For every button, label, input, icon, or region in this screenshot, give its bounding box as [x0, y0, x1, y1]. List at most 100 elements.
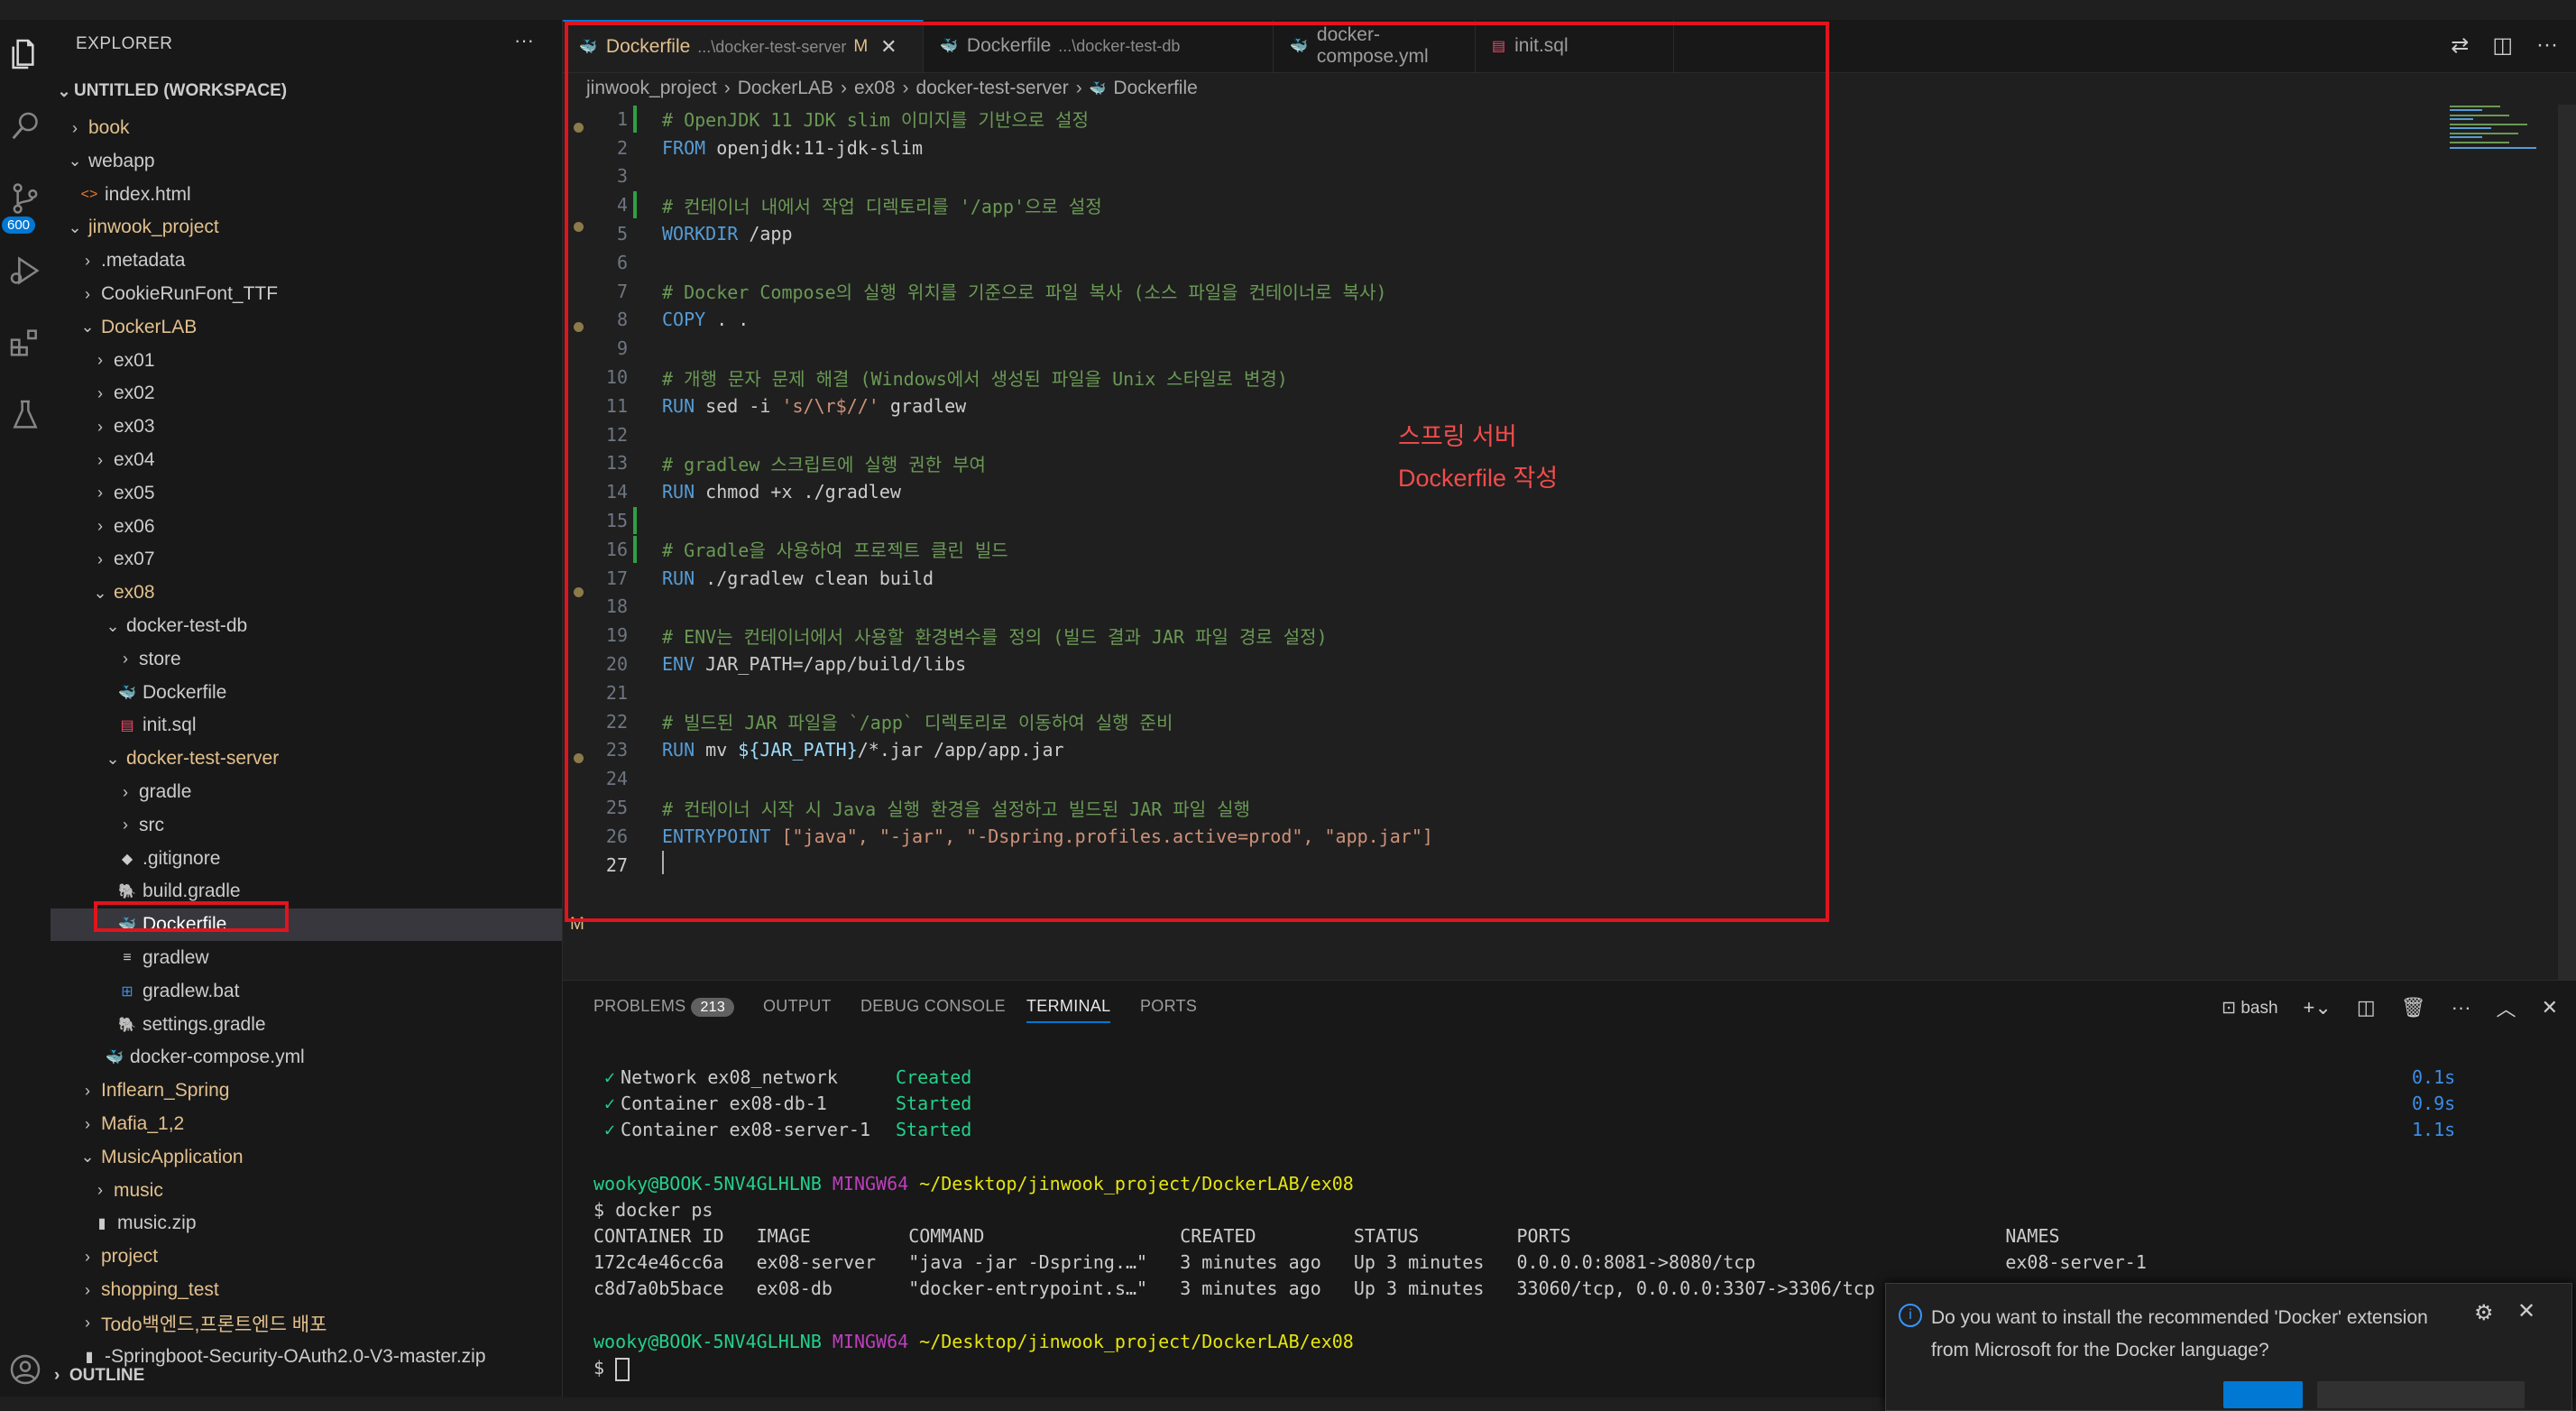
tab-problems[interactable]: PROBLEMS 213	[593, 997, 735, 1017]
more-actions-icon[interactable]: ···	[2536, 32, 2558, 59]
tree-item[interactable]: › ex04	[51, 444, 562, 476]
tree-item[interactable]: › ex06	[51, 511, 562, 543]
terminal-line: 0.9s	[2412, 1093, 2455, 1114]
tree-item[interactable]: › shopping_test	[51, 1274, 584, 1306]
tab-terminal[interactable]: TERMINAL	[1026, 997, 1111, 1023]
trash-icon[interactable]: 🗑	[2401, 996, 2426, 1019]
tree-item[interactable]: ▮ music.zip	[51, 1207, 562, 1240]
panel-actions: ⊡ bash +⌄ ◫ 🗑 ··· ︿ ✕	[2222, 993, 2558, 1022]
tree-item[interactable]: ≡ gradlew	[51, 942, 562, 974]
tree-item[interactable]: › gradle	[51, 776, 562, 808]
file-type-icon: 🐳	[118, 685, 136, 701]
tree-item[interactable]: › Todo백엔드,프론트엔드 배포	[51, 1307, 584, 1340]
tree-item[interactable]: › project	[51, 1240, 584, 1273]
tree-item[interactable]: › ex03	[51, 410, 562, 443]
tree-item[interactable]: ⌄ ex08	[51, 576, 584, 609]
tree-item-label: music	[114, 1179, 163, 1201]
split-editor-icon[interactable]: ◫	[2492, 32, 2513, 59]
tree-item[interactable]: ◆ .gitignore	[51, 843, 562, 875]
chevron-right-icon: ›	[54, 1366, 69, 1385]
tree-item[interactable]: ⊞ gradlew.bat	[51, 975, 562, 1008]
more-actions-icon[interactable]: ···	[2452, 996, 2471, 1019]
tree-item-label: src	[139, 814, 164, 835]
tree-item[interactable]: › ex05	[51, 477, 562, 510]
open-changes-icon[interactable]: ⇄	[2451, 32, 2469, 59]
search-icon[interactable]	[7, 108, 43, 144]
tab-ports[interactable]: PORTS	[1140, 997, 1197, 1016]
terminal-resource: Network ex08_network	[621, 1066, 838, 1088]
tree-item[interactable]: › .metadata	[51, 244, 562, 277]
tree-item[interactable]: <> index.html	[51, 179, 562, 211]
close-icon[interactable]: ✕	[2517, 1298, 2535, 1324]
tree-item[interactable]: › ex07	[51, 543, 562, 576]
tree-item-label: CookieRunFont_TTF	[101, 283, 279, 304]
tab-debug-console[interactable]: DEBUG CONSOLE	[860, 997, 1006, 1016]
file-type-icon: ⊞	[121, 983, 133, 1000]
tree-item[interactable]: 🐳 docker-compose.yml	[51, 1041, 562, 1074]
minimap[interactable]	[2446, 103, 2554, 157]
add-terminal-icon[interactable]: +⌄	[2304, 996, 2332, 1019]
file-type-icon: 🐘	[118, 1017, 136, 1033]
split-terminal-icon[interactable]: ◫	[2357, 996, 2376, 1019]
tree-item[interactable]: › Inflearn_Spring	[51, 1074, 584, 1107]
tree-item[interactable]: ⌄ docker-test-db	[51, 610, 562, 642]
tree-item[interactable]: ▤ init.sql	[51, 709, 562, 742]
chevron-right-icon: ›	[85, 1247, 90, 1266]
tree-item-label: ex02	[114, 383, 155, 404]
info-icon: i	[1899, 1304, 1922, 1327]
tree-item[interactable]: ⌄ docker-test-server	[51, 742, 584, 775]
workspace-header[interactable]: ⌄ UNTITLED (WORKSPACE)	[54, 76, 287, 106]
tree-item[interactable]: › CookieRunFont_TTF	[51, 278, 562, 310]
terminal-line: c8d7a0b5bace ex08-db "docker-entrypoint.…	[593, 1277, 1875, 1299]
tree-item[interactable]: ⌄ jinwook_project	[51, 211, 584, 244]
tree-item[interactable]: ⌄ webapp	[51, 145, 562, 178]
tree-item-label: index.html	[105, 183, 191, 205]
tree-item-label: book	[88, 117, 130, 138]
terminal-line: $ docker ps	[593, 1199, 713, 1221]
show-recommendations-button[interactable]	[2317, 1381, 2525, 1408]
more-actions-icon[interactable]: ···	[514, 29, 534, 52]
tree-item[interactable]: › ex02	[51, 377, 562, 410]
install-button[interactable]	[2223, 1381, 2303, 1408]
tree-item[interactable]: ⌄ MusicApplication	[51, 1141, 584, 1174]
terminal-duration: 0.9s	[2412, 1093, 2456, 1114]
terminal-line: ✓ Container ex08-db-1	[604, 1093, 827, 1114]
annotation-line-1: 스프링 서버	[1398, 423, 1517, 450]
file-type-icon: 🐳	[106, 1050, 124, 1066]
testing-icon[interactable]	[7, 397, 43, 433]
gear-icon[interactable]: ⚙	[2474, 1300, 2494, 1326]
tree-item[interactable]: › src	[51, 809, 562, 842]
terminal-status: Started	[896, 1119, 972, 1140]
tree-item-label: docker-test-server	[126, 748, 280, 770]
tree-item[interactable]: › store	[51, 643, 562, 676]
tab-output[interactable]: OUTPUT	[763, 997, 832, 1016]
tree-item-label: jinwook_project	[88, 217, 219, 238]
terminal-shell-selector[interactable]: ⊡ bash	[2222, 998, 2277, 1019]
source-control-icon[interactable]	[7, 180, 43, 217]
tree-item-label: ex04	[114, 449, 155, 470]
tree-item[interactable]: › Mafia_1,2	[51, 1108, 584, 1140]
extensions-icon[interactable]	[7, 325, 43, 361]
tree-item[interactable]: › music	[51, 1175, 584, 1207]
tree-item[interactable]: › book	[51, 112, 584, 144]
tree-item[interactable]: › ex01	[51, 345, 562, 377]
account-icon[interactable]	[7, 1351, 43, 1388]
close-panel-icon[interactable]: ✕	[2542, 996, 2558, 1019]
tree-item[interactable]: 🐳 Dockerfile	[51, 677, 562, 709]
maximize-panel-icon[interactable]: ︿	[2497, 993, 2516, 1022]
outline-section[interactable]: › OUTLINE	[54, 1366, 144, 1386]
tree-item-label: docker-test-db	[126, 615, 248, 636]
explorer-icon[interactable]	[7, 36, 43, 72]
chevron-down-icon: ⌄	[93, 583, 107, 602]
chevron-right-icon: ›	[85, 251, 90, 270]
tree-item[interactable]: 🐘 settings.gradle	[51, 1009, 562, 1041]
editor-scrollbar[interactable]	[2558, 105, 2576, 1007]
prompt-path: ~/Desktop/jinwook_project/DockerLAB/ex08	[919, 1331, 1354, 1352]
chevron-right-icon: ›	[85, 1314, 90, 1333]
chevron-down-icon: ⌄	[80, 318, 95, 337]
run-debug-icon[interactable]	[7, 253, 43, 289]
chevron-right-icon: ›	[85, 1114, 90, 1133]
tree-item[interactable]: ⌄ DockerLAB	[51, 311, 584, 344]
file-type-icon: ▮	[85, 1349, 94, 1365]
chevron-right-icon: ›	[97, 450, 103, 469]
